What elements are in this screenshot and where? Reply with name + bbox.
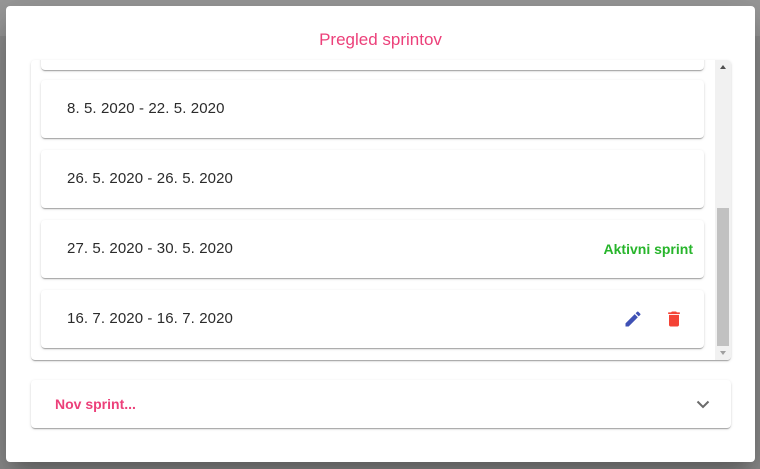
scrollbar-thumb[interactable]	[717, 208, 729, 346]
new-sprint-label: Nov sprint...	[55, 396, 136, 412]
sprint-card[interactable]: 8. 5. 2020 - 22. 5. 2020	[41, 80, 704, 138]
sprint-card[interactable]: 26. 5. 2020 - 26. 5. 2020	[41, 150, 704, 208]
sprint-range: 8. 5. 2020 - 22. 5. 2020	[67, 100, 225, 117]
sprint-card[interactable]: 16. 7. 2020 - 16. 7. 2020	[41, 290, 704, 348]
edit-sprint-button[interactable]	[621, 307, 645, 331]
sprint-list-panel: 8. 5. 2020 - 22. 5. 2020 26. 5. 2020 - 2…	[31, 60, 731, 360]
sprint-range: 16. 7. 2020 - 16. 7. 2020	[67, 310, 233, 327]
new-sprint-expansion-panel[interactable]: Nov sprint...	[31, 380, 731, 428]
edit-icon	[625, 311, 641, 327]
sprint-list-scrollbar[interactable]	[715, 60, 731, 360]
active-sprint-badge: Aktivni sprint	[603, 241, 693, 257]
sprint-card-partial[interactable]	[41, 60, 704, 70]
scroll-up-arrow[interactable]	[715, 60, 731, 74]
delete-sprint-button[interactable]	[662, 307, 686, 331]
dialog-title: Pregled sprintov	[319, 30, 442, 49]
sprint-range: 27. 5. 2020 - 30. 5. 2020	[67, 240, 233, 257]
delete-icon	[668, 311, 680, 327]
sprint-range: 26. 5. 2020 - 26. 5. 2020	[67, 170, 233, 187]
sprint-overview-dialog: Pregled sprintov 8. 5. 2020 - 22. 5. 202…	[6, 6, 755, 462]
scroll-down-arrow[interactable]	[715, 346, 731, 360]
sprint-card-active[interactable]: 27. 5. 2020 - 30. 5. 2020 Aktivni sprint	[41, 220, 704, 278]
sprint-list[interactable]: 8. 5. 2020 - 22. 5. 2020 26. 5. 2020 - 2…	[31, 60, 715, 360]
chevron-down-icon[interactable]	[693, 394, 713, 414]
